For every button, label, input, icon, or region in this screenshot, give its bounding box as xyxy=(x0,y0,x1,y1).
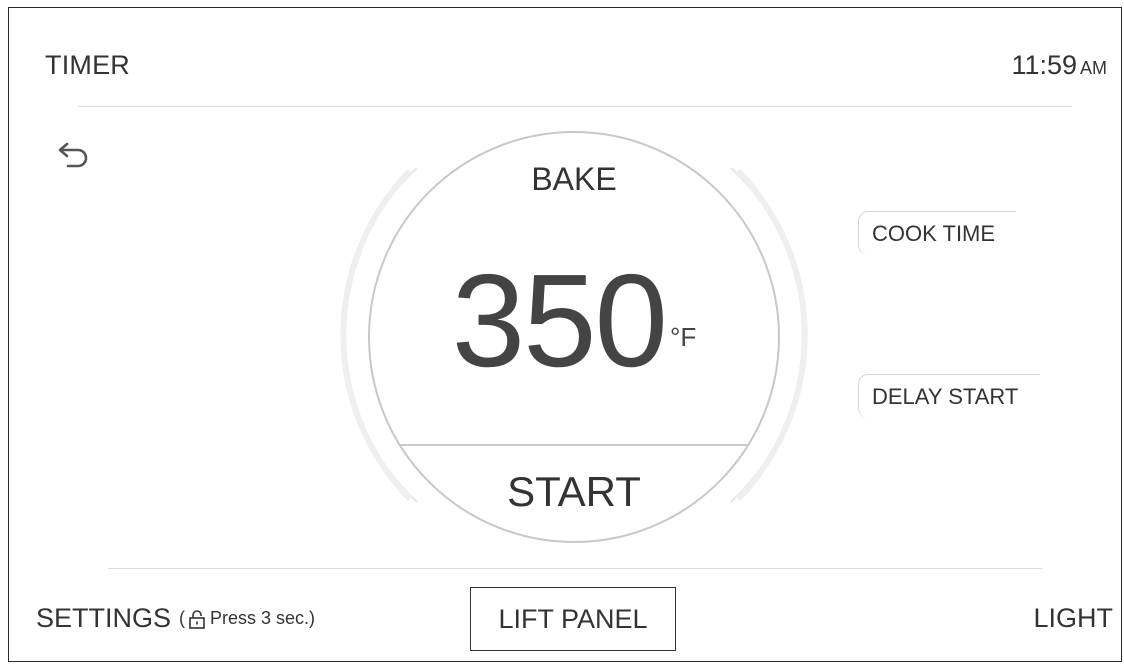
light-button[interactable]: LIGHT xyxy=(1033,603,1113,634)
lift-panel-button[interactable]: LIFT PANEL xyxy=(470,587,676,651)
cook-time-button[interactable]: COOK TIME xyxy=(858,211,1016,255)
dial-separator xyxy=(370,444,778,446)
lift-panel-label: LIFT PANEL xyxy=(498,603,648,634)
cook-mode-label[interactable]: BAKE xyxy=(370,161,778,198)
temperature-unit: °F xyxy=(669,322,697,352)
bottom-divider xyxy=(108,568,1042,569)
timer-button[interactable]: TIMER xyxy=(45,50,130,81)
top-divider xyxy=(78,106,1072,107)
lock-hint-paren: ( xyxy=(179,608,186,628)
temperature-display[interactable]: 350 °F xyxy=(370,251,778,391)
delay-start-label: DELAY START xyxy=(872,383,1019,409)
temperature-value: 350 xyxy=(451,247,668,394)
clock: 11:59 AM xyxy=(1011,50,1107,81)
lock-hint-text: Press 3 sec.) xyxy=(210,608,316,628)
start-button[interactable]: START xyxy=(370,468,778,516)
lock-icon xyxy=(189,609,205,629)
temperature-dial[interactable]: BAKE 350 °F START xyxy=(368,131,780,543)
clock-ampm: AM xyxy=(1080,58,1107,78)
lock-hint: ( Press 3 sec.) xyxy=(179,608,315,629)
settings-button[interactable]: SETTINGS ( Press 3 sec.) xyxy=(36,603,315,634)
settings-label: SETTINGS xyxy=(36,603,172,633)
undo-arrow-icon xyxy=(58,142,88,168)
clock-time: 11:59 xyxy=(1011,50,1077,80)
delay-start-button[interactable]: DELAY START xyxy=(858,374,1040,418)
cook-time-label: COOK TIME xyxy=(872,220,996,246)
back-button[interactable] xyxy=(52,133,96,177)
